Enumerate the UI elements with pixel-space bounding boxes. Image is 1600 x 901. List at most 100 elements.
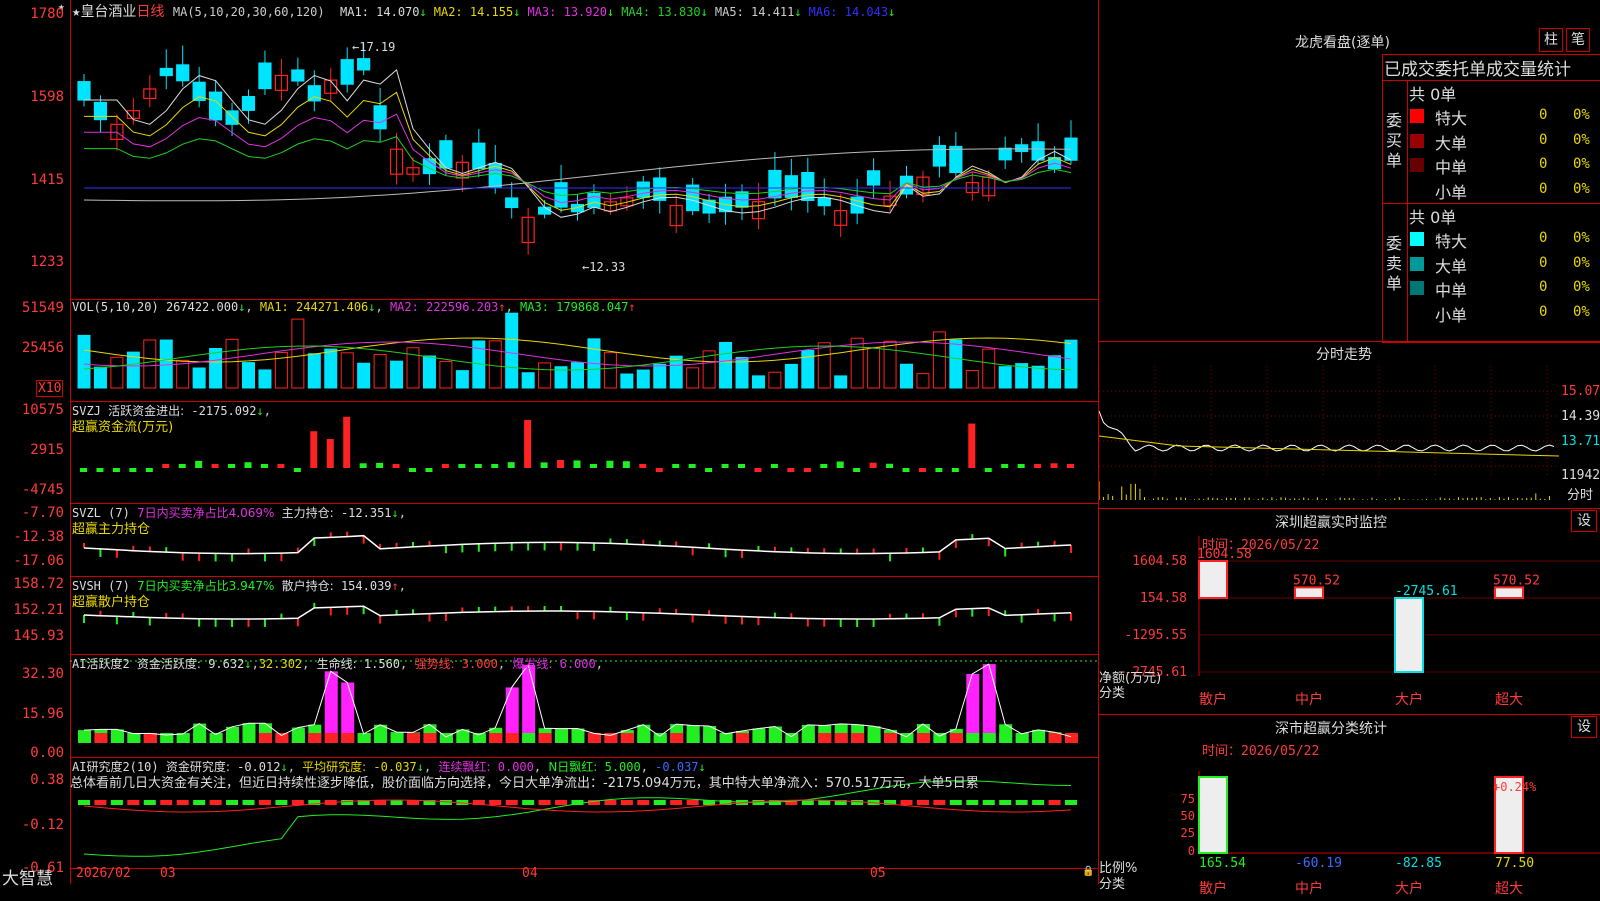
intraday-box[interactable]: 分时走势 15.07 14.39 13.71 11942 分时 <box>1099 341 1600 509</box>
flow-bar <box>162 464 170 468</box>
volume-bar <box>77 334 91 389</box>
buy-side-cell: 委买单 <box>1383 80 1408 204</box>
order-row: 大单 0 0% <box>1407 130 1600 153</box>
volume-bar <box>719 341 733 389</box>
order-type: 大单 <box>1435 256 1468 276</box>
flow-bar <box>145 468 153 472</box>
research-bar <box>390 800 403 805</box>
volume-bar <box>1048 355 1062 389</box>
activity-base <box>407 733 420 743</box>
high-price-mark: ←17.19 <box>352 40 396 54</box>
activity-base <box>522 733 536 743</box>
flow-bar <box>589 464 597 468</box>
svzl-panel[interactable]: SVZL (7) 7日内买卖净占比4.069% 主力持仓: -12.351↓, … <box>70 504 1098 577</box>
flow-bar <box>293 468 301 472</box>
flow-bar <box>770 464 778 468</box>
activity-base <box>193 733 207 743</box>
class-tick: 0 <box>1188 844 1195 858</box>
ai-active-panel[interactable]: AI活跃度2 资金活跃度: 9.632↓,32.302, 生命线: 1.560,… <box>70 655 1098 758</box>
svsh-panel[interactable]: SVSH (7) 7日内买卖净占比3.947% 散户持仓: 154.039↑, … <box>70 577 1098 655</box>
activity-base <box>736 733 749 743</box>
volume-bar <box>998 366 1012 389</box>
research-bar <box>374 800 387 805</box>
class-tick: 75 <box>1181 792 1195 806</box>
order-type: 中单 <box>1435 281 1468 300</box>
volume-bar <box>603 352 617 389</box>
volume-bar <box>357 362 371 389</box>
tick-mode-button[interactable]: 笔 <box>1566 28 1590 52</box>
activity-base <box>966 733 980 743</box>
ma-value-4: MA4: 13.830↓ <box>621 5 708 19</box>
ma-values: MA1: 14.070↓ MA2: 14.155↓ MA3: 13.920↓ MA4:… <box>333 5 895 19</box>
flow-bar <box>260 464 268 468</box>
sz-class-chart[interactable]: 75 50 25 0 165.54 散户 -60.19 中户 -82.85 大户 77.50 超大 +0… <box>1099 741 1600 901</box>
volume-bar <box>1064 339 1078 389</box>
research-bar <box>900 800 913 805</box>
flow-bar <box>392 464 400 468</box>
class-bar-value: 77.50 <box>1495 856 1534 871</box>
intraday-tick: 13.71 <box>1561 434 1600 449</box>
price-tick: 1233 <box>30 254 64 270</box>
sz-monitor-settings-button[interactable]: 设 <box>1571 510 1597 532</box>
ai-research-panel[interactable]: AI研究度2(10) 资金研究度: -0.012↓, 平均研究度: -0.037… <box>70 758 1098 869</box>
monitor-bar-value: 570.52 <box>1493 573 1540 588</box>
flow-bar <box>655 468 663 472</box>
volume-bar <box>242 362 255 389</box>
class-tick: 25 <box>1181 826 1195 840</box>
order-pct: 0% <box>1573 230 1590 246</box>
order-row: 小单 0 0% <box>1407 302 1600 325</box>
class-category: 超大 <box>1495 881 1523 897</box>
volume-bar <box>784 363 798 389</box>
flow-bar <box>688 464 696 468</box>
volume-bar <box>373 353 387 389</box>
monitor-bar <box>1394 597 1424 674</box>
svzj-tick: 10575 <box>21 402 64 418</box>
sz-monitor-chart[interactable]: 1604.58 154.58 -1295.55 -2745.61 1604.58 散户 57… <box>1099 536 1600 714</box>
ai-active-tick: 32.30 <box>21 666 64 682</box>
volume-bar <box>653 363 667 389</box>
class-top-label: +0.24% <box>1493 780 1537 794</box>
activity-base <box>242 733 256 743</box>
lock-icon[interactable]: 🔒 <box>1082 866 1094 877</box>
buy-total: 共 0单 <box>1409 85 1457 104</box>
volume-panel[interactable]: VOL(5,10,20) 267422.000↓, MA1: 244271.40… <box>70 300 1098 402</box>
monitor-tick: 1604.58 <box>1132 554 1187 569</box>
sz-class-settings-button[interactable]: 设 <box>1571 716 1597 738</box>
candlestick-chart[interactable] <box>70 0 1098 299</box>
activity-base <box>308 733 322 743</box>
volume-bar <box>422 355 436 389</box>
activity-base <box>884 733 898 743</box>
intraday-tick: 15.07 <box>1561 384 1600 399</box>
ma-line <box>84 136 1072 197</box>
activity-base <box>637 733 651 743</box>
flow-bar <box>211 464 219 468</box>
volume-bar <box>390 360 404 389</box>
candle-body <box>538 206 552 215</box>
candle-body <box>77 81 91 101</box>
ma-value-3: MA3: 13.920↓ <box>527 5 615 19</box>
research-bar <box>620 800 633 805</box>
intraday-avg-line <box>1099 435 1559 457</box>
chart-area[interactable]: ★皇台酒业日线 MA(5,10,20,30,60,120) MA1: 14.07… <box>70 0 1099 884</box>
volume-chart[interactable] <box>70 300 1098 401</box>
activity-base <box>933 733 947 743</box>
research-bar <box>489 800 502 805</box>
monitor-bar-rect <box>1394 597 1424 674</box>
period-label[interactable]: 日线 <box>136 4 164 20</box>
order-row: 小单 0 0% <box>1407 179 1600 202</box>
candle-body <box>505 197 519 209</box>
flow-bar <box>1050 463 1058 468</box>
order-count: 0 <box>1539 230 1548 246</box>
activity-base <box>801 733 815 743</box>
bar-mode-button[interactable]: 柱 <box>1539 28 1563 52</box>
order-pct: 0% <box>1573 156 1590 172</box>
flow-bar <box>474 464 482 468</box>
volume-bar <box>307 353 321 389</box>
svzj-panel[interactable]: SVZJ 活跃资金进出: -2175.092↓, 超赢资金流(万元) <box>70 402 1098 504</box>
candle-body <box>472 142 486 170</box>
flow-bar <box>803 468 811 472</box>
research-bar <box>160 800 173 805</box>
price-panel[interactable]: ★皇台酒业日线 MA(5,10,20,30,60,120) MA1: 14.07… <box>70 0 1098 300</box>
candle-body <box>998 147 1012 161</box>
intraday-chart[interactable] <box>1099 366 1559 504</box>
